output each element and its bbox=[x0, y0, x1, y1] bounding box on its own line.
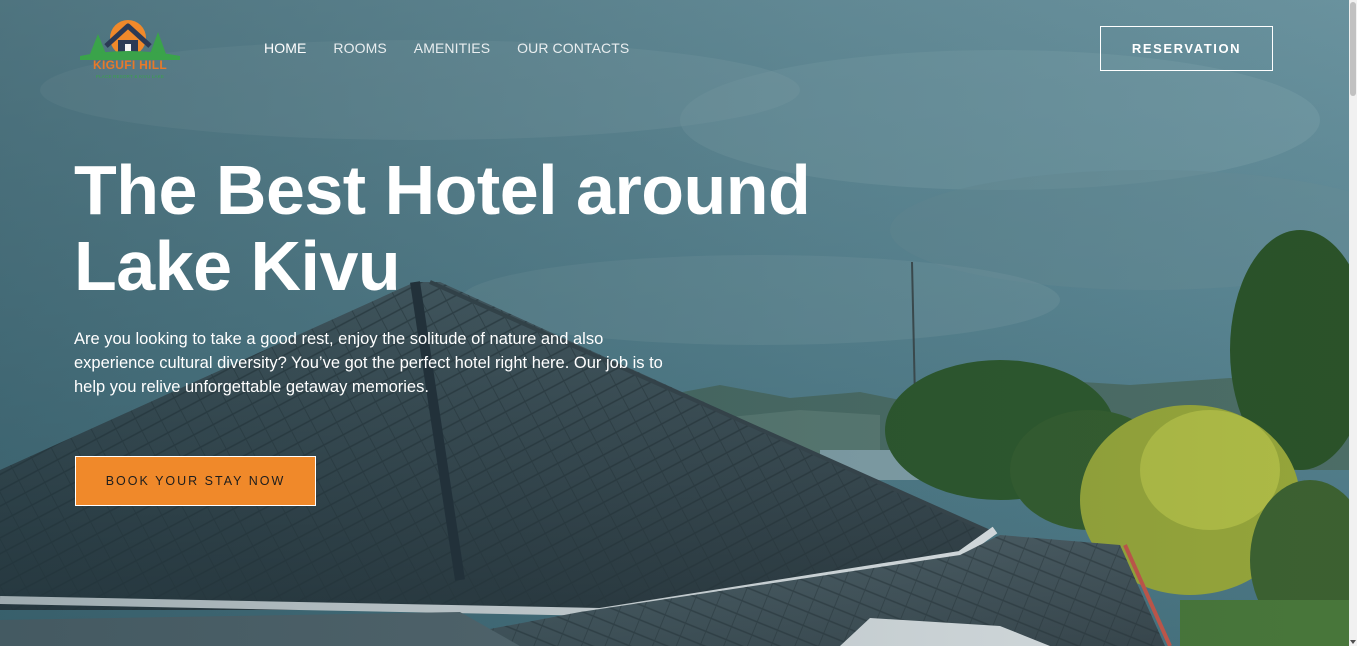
hero-headline-line2: Lake Kivu bbox=[74, 227, 401, 305]
reservation-button[interactable]: RESERVATION bbox=[1100, 26, 1273, 71]
page-scrollbar[interactable] bbox=[1349, 0, 1357, 646]
hero-background bbox=[0, 0, 1349, 646]
hero-headline: The Best Hotel around Lake Kivu bbox=[74, 152, 834, 304]
hero-headline-line1: The Best Hotel around bbox=[74, 151, 811, 229]
hero-tint bbox=[0, 0, 1349, 646]
hero-description: Are you looking to take a good rest, enj… bbox=[74, 330, 663, 396]
nav-item-our-contacts[interactable]: OUR CONTACTS bbox=[517, 40, 629, 56]
scrollbar-thumb[interactable] bbox=[1350, 2, 1356, 96]
nav-item-rooms[interactable]: ROOMS bbox=[333, 40, 386, 56]
brand-logo[interactable]: KIGUFI HILL PLACE RESORT & KIVU LAKE bbox=[76, 16, 184, 86]
nav-item-home[interactable]: HOME bbox=[264, 40, 306, 56]
book-stay-button[interactable]: BOOK YOUR STAY NOW bbox=[75, 456, 316, 506]
logo-wordmark: KIGUFI HILL bbox=[93, 58, 167, 72]
house-roof-icon bbox=[80, 20, 180, 60]
main-nav: HOME ROOMS AMENITIES OUR CONTACTS bbox=[264, 40, 656, 56]
nav-item-amenities[interactable]: AMENITIES bbox=[414, 40, 490, 56]
chevron-down-icon[interactable] bbox=[1350, 640, 1356, 644]
tree-icon bbox=[90, 34, 106, 54]
logo-tagline: PLACE RESORT & KIVU LAKE bbox=[95, 74, 165, 79]
